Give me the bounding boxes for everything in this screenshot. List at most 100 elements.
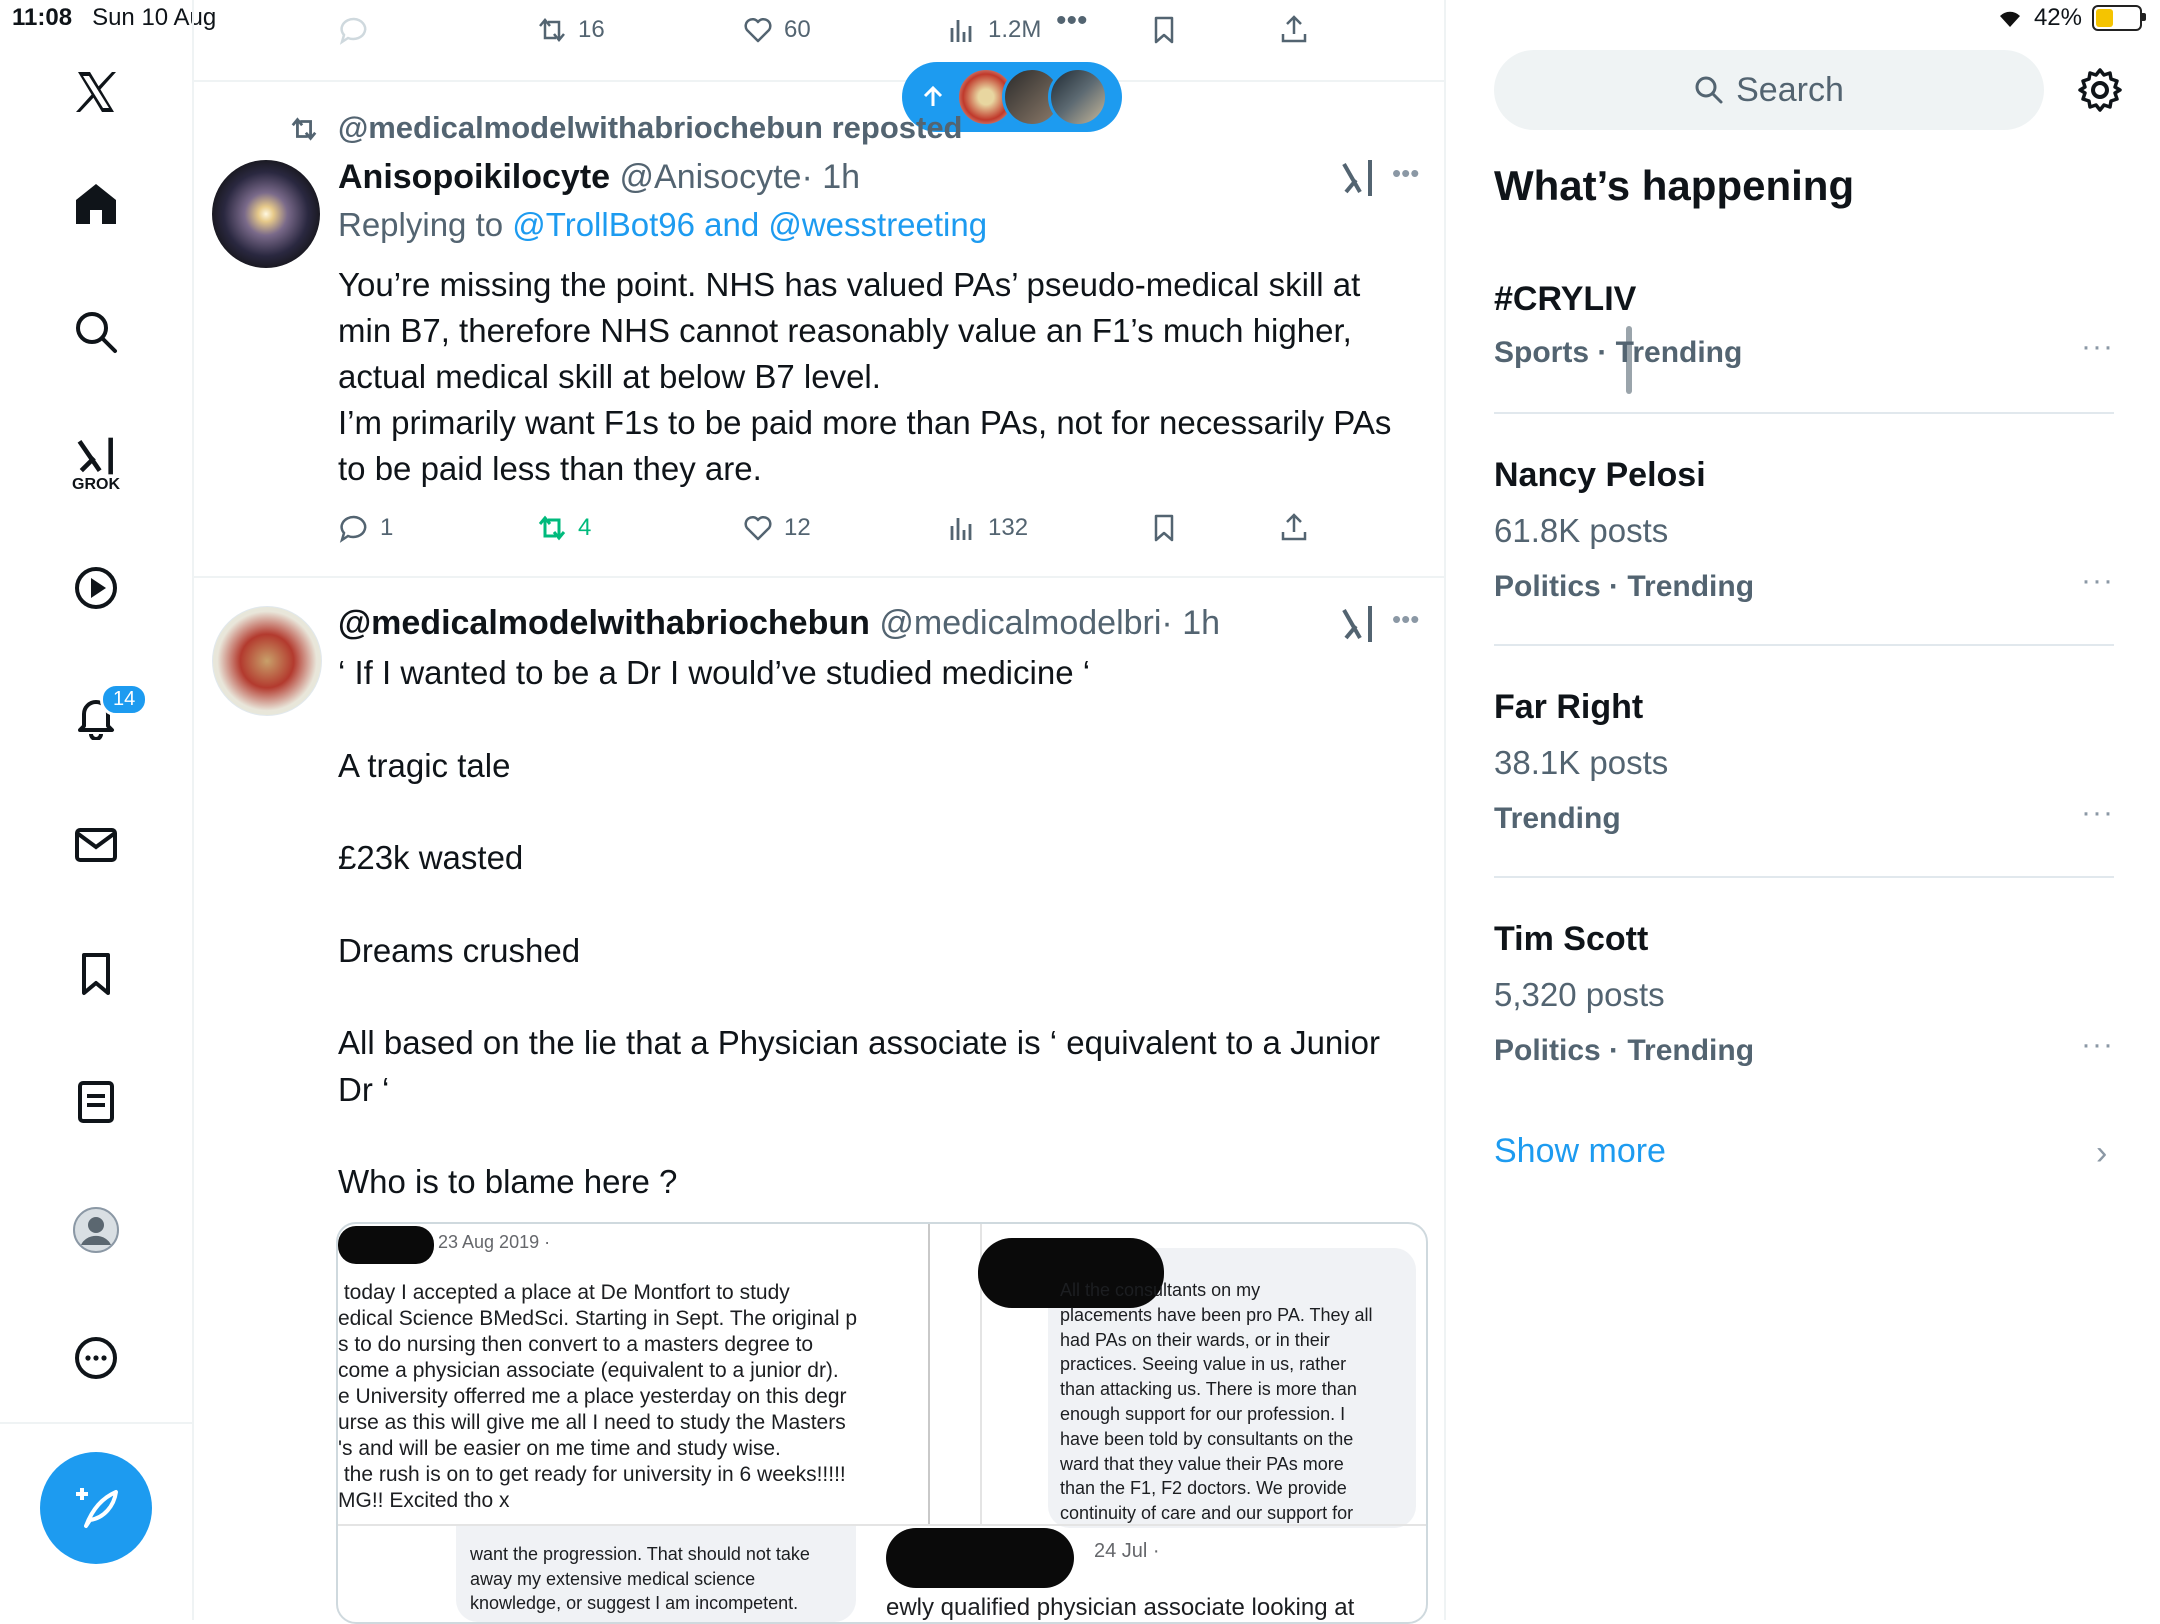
grok-label: GROK (72, 476, 120, 493)
tweet1-share-button[interactable] (1278, 512, 1310, 544)
bookmarks-icon[interactable] (66, 944, 126, 1004)
trend-name: Tim Scott (1494, 920, 1649, 958)
tweet1-views-count: 132 (988, 514, 1029, 541)
retweet-icon (539, 18, 565, 42)
trend-item[interactable]: Far Right 38.1K posts Trending ··· (1494, 680, 2114, 860)
prev-views-button[interactable]: 1.2M (946, 14, 1041, 46)
tweet1-like-button[interactable]: 12 (742, 512, 811, 544)
prev-reply-button[interactable] (338, 14, 370, 46)
prev-more-icon[interactable]: ••• (1056, 4, 1088, 38)
tweet2-header: @medicalmodelwithabriochebun @medicalmod… (338, 604, 1220, 643)
tweet2-time: · 1h (1161, 604, 1221, 642)
trend-name: Far Right (1494, 688, 1644, 726)
home-icon[interactable] (66, 174, 126, 234)
settings-gear-icon[interactable] (2076, 66, 2124, 114)
redaction-mark (886, 1528, 1074, 1588)
share-icon (1281, 15, 1307, 43)
new-post-avatar (1048, 67, 1108, 127)
prev-like-button[interactable]: 60 (742, 14, 811, 46)
grok-icon[interactable]: GROK (66, 424, 126, 504)
prev-share-button[interactable] (1278, 14, 1310, 46)
tweet1-text: You’re missing the point. NHS has valued… (338, 266, 1392, 487)
media-bottom-left-text: want the progression. That should not ta… (470, 1544, 810, 1613)
tweet1-reply-button[interactable]: 1 (338, 512, 393, 544)
tweet1-like-count: 12 (784, 514, 811, 541)
lists-icon[interactable] (66, 1072, 126, 1132)
trend-category: Politics · Trending (1494, 570, 1755, 603)
prev-bookmark-button[interactable] (1148, 14, 1180, 46)
trend-divider (1494, 412, 2114, 414)
trend-count: 5,320 posts (1494, 976, 1665, 1013)
prev-retweet-button[interactable]: 16 (536, 14, 605, 46)
tweet1-retweet-button[interactable]: 4 (536, 512, 591, 544)
prev-retweet-count: 16 (578, 16, 605, 43)
tweet1-time: · 1h (801, 158, 861, 196)
trend-item[interactable]: Tim Scott 5,320 posts Politics · Trendin… (1494, 912, 2114, 1092)
tweet1-retweet-count: 4 (578, 514, 592, 541)
whats-happening-heading: What’s happening (1494, 162, 1855, 209)
media-bottom-right-date: 24 Jul · (1094, 1540, 1160, 1562)
tweet2-more-icon[interactable]: ••• (1392, 604, 1419, 635)
media-right-text: All the consultants on my placements hav… (1060, 1280, 1373, 1524)
avatar-medicalmodel[interactable] (212, 606, 322, 716)
x-logo-icon[interactable] (66, 62, 126, 122)
prev-like-count: 60 (784, 16, 811, 43)
trend-category: Sports · Trending (1494, 336, 1743, 369)
tweet2-author-name[interactable]: @medicalmodelwithabriochebun (338, 604, 870, 642)
tweet2-media-image[interactable]: 23 Aug 2019 · today I accepted a place a… (336, 1222, 1428, 1624)
tweet2-handle[interactable]: @medicalmodelbri (879, 604, 1161, 642)
trend-more-icon[interactable]: ··· (2081, 564, 2114, 598)
profile-avatar-icon[interactable] (66, 1200, 126, 1260)
explore-search-icon[interactable] (66, 302, 126, 362)
messages-envelope-icon[interactable] (66, 814, 126, 874)
trend-more-icon[interactable]: ··· (2081, 330, 2114, 364)
tweet2-text: ‘ If I wanted to be a Dr I would’ve stud… (338, 654, 1380, 1201)
replying-users-link[interactable]: @TrollBot96 and @wesstreeting (512, 206, 987, 243)
tweet1-more-icon[interactable]: ••• (1392, 158, 1419, 189)
bookmark-icon (1154, 16, 1174, 44)
media-left-text: today I accepted a place at De Montfort … (338, 1281, 858, 1512)
trend-item[interactable]: #CRYLIV Sports · Trending ··· (1494, 274, 2114, 398)
trend-name: #CRYLIV (1494, 280, 1637, 318)
trend-item[interactable]: Nancy Pelosi 61.8K posts Politics · Tren… (1494, 448, 2114, 628)
reposted-icon (291, 117, 317, 141)
tweet1-bookmark-button[interactable] (1148, 512, 1180, 544)
left-nav: GROK 14 (0, 0, 194, 1620)
trend-more-icon[interactable]: ··· (2081, 796, 2114, 830)
heart-icon (744, 17, 772, 43)
tweet1-handle[interactable]: @Anisocyte (620, 158, 802, 196)
trend-divider (1494, 876, 2114, 878)
trend-category: Trending (1494, 802, 1621, 835)
repost-line[interactable]: @medicalmodelwithabriochebun reposted (338, 110, 963, 146)
tweet1-reply-count: 1 (380, 514, 394, 541)
tweet1-author-name[interactable]: Anisopoikilocyte (338, 158, 610, 196)
prev-views-count: 1.2M (988, 16, 1042, 43)
tweet1-replying-to: Replying to @TrollBot96 and @wesstreetin… (338, 206, 987, 244)
grok-explain-icon[interactable] (1340, 604, 1376, 644)
arrow-up-icon (923, 85, 943, 106)
search-placeholder: Search (1736, 70, 1844, 109)
nav-divider (0, 1422, 192, 1424)
search-icon (1695, 76, 1723, 104)
tweet-divider (194, 576, 1444, 578)
tweet-divider (194, 80, 1444, 82)
avatar-anisocyte[interactable] (212, 160, 320, 268)
redaction-mark (338, 1226, 434, 1264)
media-left-date: 23 Aug 2019 · (438, 1232, 551, 1252)
grok-explain-icon[interactable] (1340, 158, 1376, 198)
notifications-badge: 14 (100, 683, 149, 716)
tweet1-views-button[interactable]: 132 (946, 512, 1028, 544)
compose-post-button[interactable] (40, 1452, 152, 1564)
media-bottom-right-text: ewly qualified physician associate looki… (886, 1594, 1355, 1621)
reply-icon (339, 17, 367, 45)
views-chart-icon (950, 20, 972, 42)
search-input[interactable]: Search (1494, 50, 2044, 130)
bookmark-icon (1154, 514, 1174, 542)
more-options-icon[interactable] (66, 1328, 126, 1388)
right-sidebar: Search What’s happening #CRYLIV Sports ·… (1446, 0, 2160, 1620)
show-more-link[interactable]: Show more (1494, 1132, 1666, 1171)
trend-count: 38.1K posts (1494, 744, 1669, 781)
video-play-icon[interactable] (66, 558, 126, 618)
compose-feather-icon (76, 1488, 118, 1528)
trend-more-icon[interactable]: ··· (2081, 1028, 2114, 1062)
